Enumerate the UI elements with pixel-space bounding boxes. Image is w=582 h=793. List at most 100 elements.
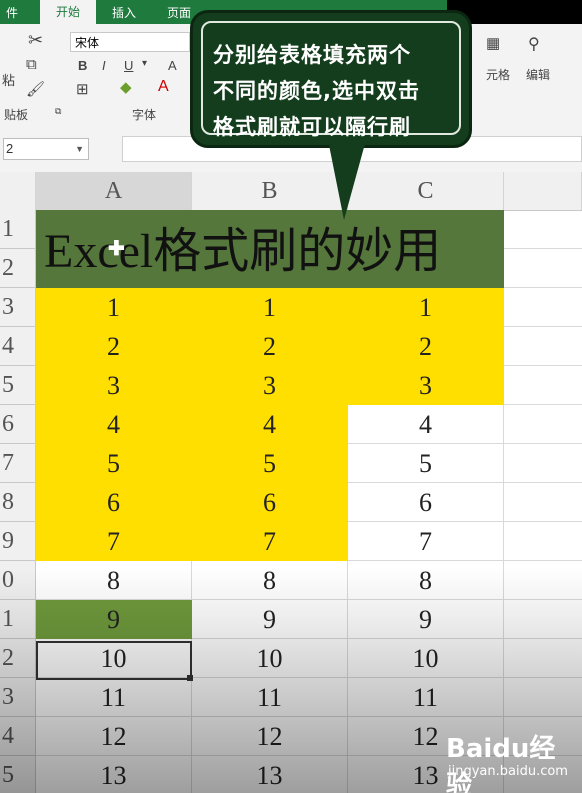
cell-c8[interactable]: 6 [348, 483, 504, 522]
binoculars-icon[interactable]: ⚲ [528, 34, 540, 54]
cell-c12[interactable]: 10 [348, 639, 504, 678]
cell-b8[interactable]: 6 [192, 483, 348, 522]
tab-page-layout[interactable]: 页面 [167, 4, 191, 21]
cut-icon[interactable]: ✂ [28, 30, 43, 51]
cell-d6[interactable] [504, 405, 582, 444]
row-header-11[interactable]: 1 [0, 600, 36, 639]
cell-c5[interactable]: 3 [348, 366, 504, 405]
cell-a9[interactable]: 7 [36, 522, 192, 561]
worksheet-grid[interactable]: A B C 1 2 3 4 5 6 7 8 9 0 1 2 3 4 5 Exce… [0, 172, 582, 793]
cell-c7[interactable]: 5 [348, 444, 504, 483]
row-header-10[interactable]: 0 [0, 561, 36, 600]
cell-d2[interactable] [504, 249, 582, 288]
row-header-4[interactable]: 4 [0, 327, 36, 366]
cell-c3[interactable]: 1 [348, 288, 504, 327]
cell-a14[interactable]: 12 [36, 717, 192, 756]
fill-color-icon[interactable]: ◆ [120, 78, 132, 96]
cell-b11[interactable]: 9 [192, 600, 348, 639]
callout-line-3: 格式刷就可以隔行刷 [213, 115, 411, 139]
baidu-watermark: Baidu经验 jingyan.baidu.com [446, 728, 576, 793]
row-header-13[interactable]: 3 [0, 678, 36, 717]
cell-c10[interactable]: 8 [348, 561, 504, 600]
cell-d3[interactable] [504, 288, 582, 327]
format-painter-icon[interactable]: 🖌 [26, 80, 45, 98]
cell-a6[interactable]: 4 [36, 405, 192, 444]
tip-callout: 分别给表格填充两个 不同的颜色,选中双击 格式刷就可以隔行刷 [190, 10, 472, 148]
dialog-launcher-icon[interactable]: ⧉ [55, 106, 61, 117]
cell-c6[interactable]: 4 [348, 405, 504, 444]
cell-d1[interactable] [504, 210, 582, 249]
font-size-up-icon[interactable]: A [168, 58, 177, 73]
italic-button[interactable]: I [102, 58, 106, 73]
cell-d11[interactable] [504, 600, 582, 639]
cell-a7[interactable]: 5 [36, 444, 192, 483]
callout-line-2: 不同的颜色,选中双击 [213, 79, 420, 103]
cell-b10[interactable]: 8 [192, 561, 348, 600]
cell-c9[interactable]: 7 [348, 522, 504, 561]
cells-icon[interactable]: ▦ [486, 34, 500, 52]
row-header-6[interactable]: 6 [0, 405, 36, 444]
cell-a15[interactable]: 13 [36, 756, 192, 793]
cell-d5[interactable] [504, 366, 582, 405]
row-header-7[interactable]: 7 [0, 444, 36, 483]
font-color-button[interactable]: A [158, 78, 169, 96]
cell-b12[interactable]: 10 [192, 639, 348, 678]
cell-c11[interactable]: 9 [348, 600, 504, 639]
cell-a3[interactable]: 1 [36, 288, 192, 327]
copy-icon[interactable]: ⧉ [26, 56, 37, 73]
column-header-d[interactable] [504, 172, 582, 210]
clipboard-group-label: 贴板 [4, 108, 29, 122]
cell-b5[interactable]: 3 [192, 366, 348, 405]
chevron-down-icon[interactable]: ▼ [75, 139, 84, 159]
merged-title-cell[interactable]: Excel格式刷的妙用 [36, 210, 504, 288]
cell-b9[interactable]: 7 [192, 522, 348, 561]
cell-d4[interactable] [504, 327, 582, 366]
cell-b6[interactable]: 4 [192, 405, 348, 444]
cell-a8[interactable]: 6 [36, 483, 192, 522]
cell-a13[interactable]: 11 [36, 678, 192, 717]
cell-b3[interactable]: 1 [192, 288, 348, 327]
row-header-1[interactable]: 1 [0, 210, 36, 249]
border-icon[interactable]: ⊞ [76, 80, 89, 98]
cell-b15[interactable]: 13 [192, 756, 348, 793]
font-name-box[interactable]: 宋体 [70, 32, 190, 52]
cell-b4[interactable]: 2 [192, 327, 348, 366]
row-header-14[interactable]: 4 [0, 717, 36, 756]
underline-dropdown-icon[interactable]: ▾ [142, 58, 147, 69]
tab-home[interactable]: 开始 [40, 0, 96, 24]
cell-a5[interactable]: 3 [36, 366, 192, 405]
cell-c4[interactable]: 2 [348, 327, 504, 366]
cell-cursor-icon: ✚ [108, 238, 125, 260]
row-header-15[interactable]: 5 [0, 756, 36, 793]
tab-insert[interactable]: 插入 [112, 4, 136, 21]
row-header-12[interactable]: 2 [0, 639, 36, 678]
row-header-3[interactable]: 3 [0, 288, 36, 327]
fill-handle[interactable] [187, 675, 193, 681]
cell-d9[interactable] [504, 522, 582, 561]
cell-b13[interactable]: 11 [192, 678, 348, 717]
cell-d8[interactable] [504, 483, 582, 522]
column-header-a[interactable]: A [36, 172, 192, 210]
paste-label[interactable]: 粘 [2, 70, 15, 89]
cell-a4[interactable]: 2 [36, 327, 192, 366]
cell-a10[interactable]: 8 [36, 561, 192, 600]
cell-b14[interactable]: 12 [192, 717, 348, 756]
row-header-2[interactable]: 2 [0, 249, 36, 288]
column-header-b[interactable]: B [192, 172, 348, 210]
row-header-8[interactable]: 8 [0, 483, 36, 522]
cell-a11[interactable]: 9 [36, 600, 192, 639]
select-all-corner[interactable] [0, 172, 36, 210]
tab-file[interactable]: 件 [6, 4, 18, 21]
column-header-c[interactable]: C [348, 172, 504, 210]
cell-d10[interactable] [504, 561, 582, 600]
cell-d12[interactable] [504, 639, 582, 678]
row-header-9[interactable]: 9 [0, 522, 36, 561]
underline-button[interactable]: U [124, 58, 133, 73]
cell-d7[interactable] [504, 444, 582, 483]
row-header-5[interactable]: 5 [0, 366, 36, 405]
bold-button[interactable]: B [78, 58, 87, 73]
cell-d13[interactable] [504, 678, 582, 717]
name-box[interactable]: 2 ▼ [3, 138, 89, 160]
cell-c13[interactable]: 11 [348, 678, 504, 717]
cell-b7[interactable]: 5 [192, 444, 348, 483]
